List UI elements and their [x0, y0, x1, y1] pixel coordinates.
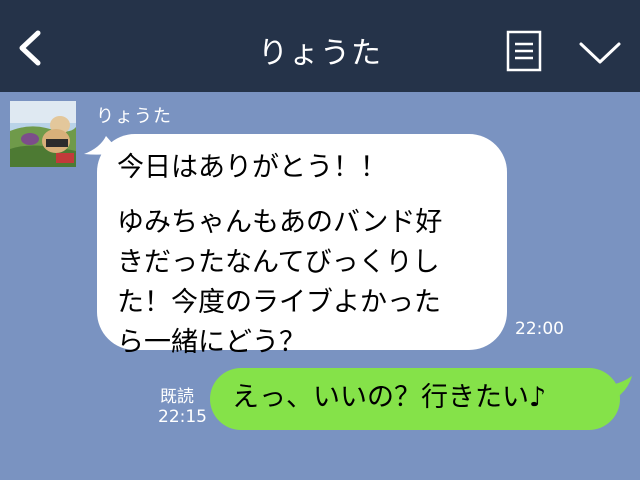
avatar[interactable] — [10, 101, 76, 167]
outgoing-message-text: えっ、いいの？行きたい♪ — [232, 382, 547, 413]
chevron-down-icon[interactable] — [578, 40, 622, 66]
chat-title: りょうた — [258, 36, 382, 71]
message-line: ゆみちゃんもあのバンド好 — [117, 207, 443, 238]
outgoing-message-bubble[interactable]: えっ、いいの？行きたい♪ — [210, 368, 620, 430]
sender-name: りょうた — [96, 106, 172, 127]
outgoing-timestamp: 22:15 — [158, 407, 207, 427]
incoming-timestamp: 22:00 — [515, 319, 564, 339]
menu-list-icon[interactable] — [506, 30, 542, 72]
chat-header: りょうた — [0, 0, 640, 92]
read-receipt: 既読 — [160, 387, 194, 407]
message-line: た！今度のライブよかった — [117, 287, 441, 318]
message-line: 今日はありがとう！！ — [117, 152, 387, 183]
message-line: ら一緒にどう？ — [117, 327, 306, 358]
incoming-message-bubble[interactable]: 今日はありがとう！！ ゆみちゃんもあのバンド好 きだったなんてびっくりし た！今… — [97, 134, 507, 358]
message-line: きだったなんてびっくりし — [117, 247, 440, 278]
